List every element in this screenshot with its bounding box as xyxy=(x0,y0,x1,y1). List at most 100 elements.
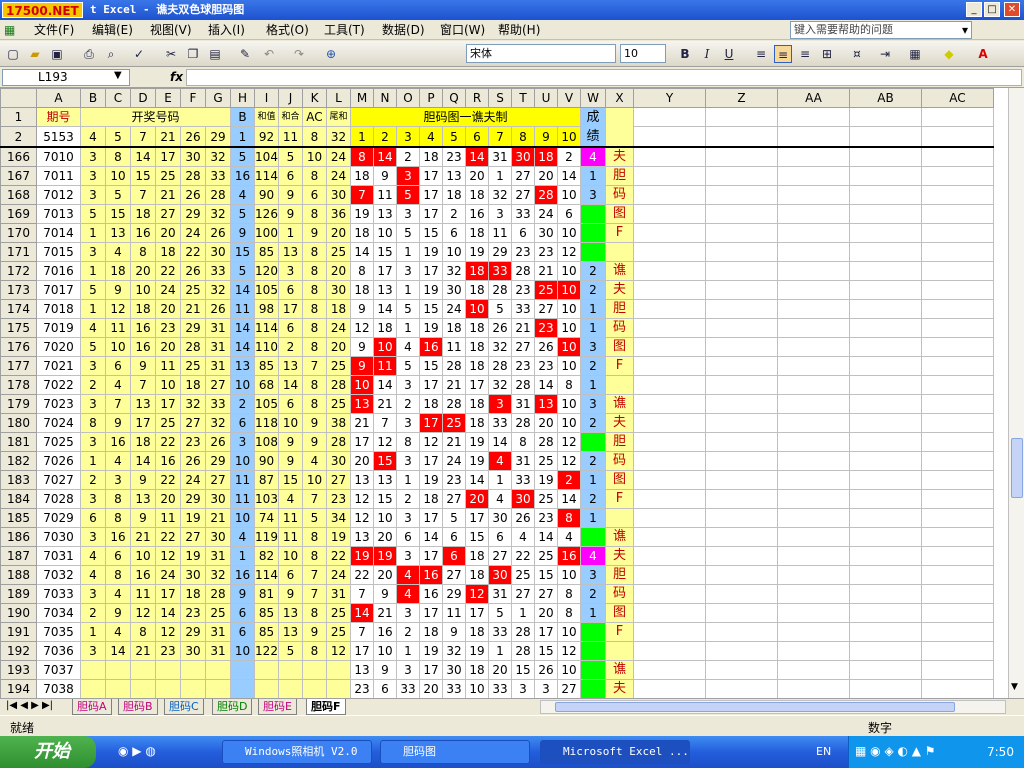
danma-cell[interactable]: 3 xyxy=(396,451,420,471)
score-cell[interactable] xyxy=(580,527,606,547)
danma-index-cell[interactable]: 6 xyxy=(465,126,489,148)
danma-cell[interactable]: 19 xyxy=(465,451,489,471)
danma-cell[interactable]: 14 xyxy=(557,166,581,186)
number-cell[interactable]: 24 xyxy=(155,280,181,300)
danma-cell[interactable]: 14 xyxy=(534,527,558,547)
danma-cell[interactable]: 8 xyxy=(557,584,581,604)
underline-button[interactable]: U xyxy=(720,45,738,63)
row-header[interactable]: 173 xyxy=(0,280,37,300)
number-cell[interactable]: 7 xyxy=(130,375,156,395)
number-cell[interactable]: 10 xyxy=(105,337,131,357)
cell[interactable] xyxy=(705,470,778,490)
number-cell[interactable]: 15 xyxy=(130,166,156,186)
number-cell[interactable] xyxy=(180,679,206,698)
blue-cell[interactable]: 3 xyxy=(230,432,255,452)
danma-cell[interactable]: 11 xyxy=(488,223,512,243)
align-left-icon[interactable]: ≡ xyxy=(752,45,770,63)
danma-cell[interactable]: 19 xyxy=(534,470,558,490)
number-cell[interactable]: 30 xyxy=(180,146,206,167)
number-cell[interactable]: 23 xyxy=(180,603,206,623)
danma-cell[interactable]: 10 xyxy=(557,261,581,281)
number-cell[interactable] xyxy=(155,660,181,680)
danma-cell[interactable]: 18 xyxy=(350,280,374,300)
cell[interactable] xyxy=(705,223,778,243)
blue-cell[interactable]: 4 xyxy=(230,527,255,547)
number-cell[interactable]: 22 xyxy=(155,527,181,547)
number-cell[interactable]: 14 xyxy=(105,641,131,661)
danma-cell[interactable]: 28 xyxy=(534,185,558,205)
blue-cell[interactable]: 9 xyxy=(230,584,255,604)
label-cell[interactable]: 谯 xyxy=(605,527,634,547)
cell[interactable] xyxy=(633,641,706,661)
number-cell[interactable]: 6 xyxy=(105,546,131,566)
cell[interactable] xyxy=(921,527,994,547)
danma-cell[interactable]: 1 xyxy=(488,166,512,186)
hehe-cell[interactable]: 2 xyxy=(278,337,303,357)
cell[interactable] xyxy=(849,299,922,319)
danma-cell[interactable]: 17 xyxy=(419,413,443,433)
blue-header[interactable]: B xyxy=(230,106,255,128)
hehe-cell[interactable]: 11 xyxy=(278,126,303,148)
column-header[interactable]: L xyxy=(326,88,351,108)
cell[interactable] xyxy=(777,603,850,623)
danma-cell[interactable]: 17 xyxy=(419,166,443,186)
period-cell[interactable]: 7026 xyxy=(36,451,81,471)
label-cell[interactable] xyxy=(605,508,634,528)
number-cell[interactable]: 11 xyxy=(130,584,156,604)
danma-cell[interactable]: 32 xyxy=(442,261,466,281)
row-header[interactable]: 181 xyxy=(0,432,37,452)
cell[interactable] xyxy=(849,223,922,243)
row-header[interactable]: 170 xyxy=(0,223,37,243)
cell[interactable] xyxy=(777,337,850,357)
danma-cell[interactable]: 2 xyxy=(396,146,420,167)
danma-index-cell[interactable]: 5 xyxy=(442,126,466,148)
ac-cell[interactable]: 7 xyxy=(302,356,327,376)
hezhi-cell[interactable]: 119 xyxy=(254,527,279,547)
danma-cell[interactable]: 26 xyxy=(511,508,535,528)
danma-cell[interactable]: 17 xyxy=(419,546,443,566)
label-cell[interactable]: F xyxy=(605,622,634,642)
cell[interactable] xyxy=(777,679,850,698)
danma-cell[interactable]: 33 xyxy=(488,261,512,281)
blue-cell[interactable] xyxy=(230,660,255,680)
period-cell[interactable]: 7037 xyxy=(36,660,81,680)
cell[interactable] xyxy=(705,166,778,186)
hehe-cell[interactable]: 15 xyxy=(278,470,303,490)
cell[interactable] xyxy=(777,584,850,604)
number-cell[interactable]: 2 xyxy=(80,470,106,490)
danma-cell[interactable]: 9 xyxy=(350,337,374,357)
format-painter-icon[interactable]: ✎ xyxy=(236,45,254,63)
danma-cell[interactable]: 3 xyxy=(396,546,420,566)
ac-cell[interactable]: 8 xyxy=(302,242,327,262)
danma-cell[interactable]: 23 xyxy=(534,508,558,528)
menu-data[interactable]: 数据(D) xyxy=(382,22,425,38)
cell[interactable] xyxy=(705,603,778,623)
hehe-cell[interactable]: 4 xyxy=(278,489,303,509)
weihe-cell[interactable]: 31 xyxy=(326,584,351,604)
cell[interactable] xyxy=(921,565,994,585)
number-cell[interactable]: 24 xyxy=(155,565,181,585)
number-cell[interactable]: 8 xyxy=(105,565,131,585)
danma-cell[interactable]: 13 xyxy=(350,394,374,414)
danma-cell[interactable]: 9 xyxy=(373,660,397,680)
period-cell[interactable]: 7038 xyxy=(36,679,81,698)
danma-cell[interactable]: 8 xyxy=(396,432,420,452)
number-cell[interactable] xyxy=(105,679,131,698)
number-cell[interactable]: 25 xyxy=(180,356,206,376)
cell[interactable] xyxy=(705,126,778,148)
period-cell[interactable]: 7016 xyxy=(36,261,81,281)
period-cell[interactable]: 7033 xyxy=(36,584,81,604)
number-cell[interactable]: 28 xyxy=(205,185,231,205)
score-cell[interactable]: 3 xyxy=(580,337,606,357)
sheet-tab-b[interactable]: 胆码B xyxy=(118,699,158,715)
ac-cell[interactable]: 8 xyxy=(302,337,327,357)
cell[interactable] xyxy=(777,106,850,128)
font-size-select[interactable]: 10 xyxy=(620,44,666,63)
number-cell[interactable]: 29 xyxy=(180,204,206,224)
hezhi-header[interactable]: 和值 xyxy=(254,106,279,128)
weihe-cell[interactable]: 12 xyxy=(326,641,351,661)
number-cell[interactable]: 5 xyxy=(105,126,131,148)
row-header[interactable]: 192 xyxy=(0,641,37,661)
danma-cell[interactable]: 30 xyxy=(442,280,466,300)
row-header[interactable]: 176 xyxy=(0,337,37,357)
